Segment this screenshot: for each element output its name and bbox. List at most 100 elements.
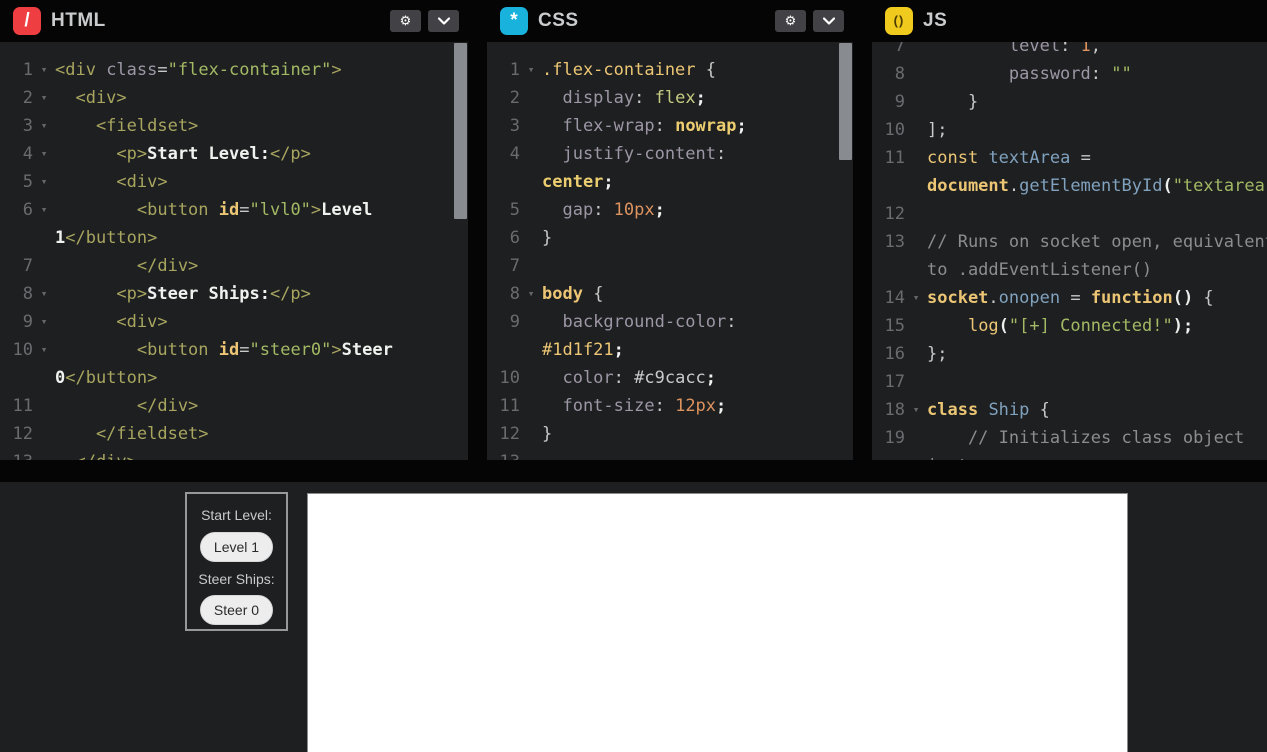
log-textarea[interactable] (307, 493, 1128, 752)
code-text: </div> (55, 448, 137, 460)
code-line[interactable]: 13// Runs on socket open, equivalent (872, 228, 1267, 256)
code-line[interactable]: 12 </fieldset> (0, 420, 468, 448)
code-line[interactable]: 1▾<div class="flex-container"> (0, 56, 468, 84)
tab-css[interactable]: * CSS (500, 0, 579, 42)
code-line[interactable]: 8 password: "" (872, 60, 1267, 88)
css-tab-title: CSS (538, 10, 579, 32)
js-code-editor[interactable]: 7 level: 1,8 password: ""9 }10];11const … (872, 42, 1267, 460)
code-line[interactable]: 7 (487, 252, 853, 280)
code-line[interactable]: 8▾ <p>Steer Ships:</p> (0, 280, 468, 308)
code-line[interactable]: 13 </div> (0, 448, 468, 460)
html-settings-button[interactable]: ⚙ (390, 10, 421, 32)
css-settings-button[interactable]: ⚙ (775, 10, 806, 32)
code-line[interactable]: 6▾ <button id="lvl0">Level (0, 196, 468, 224)
fold-caret-icon[interactable]: ▾ (33, 84, 55, 112)
caret-spacer (905, 312, 927, 340)
line-number (872, 256, 905, 284)
code-line[interactable]: 10 color: #c9cacc; (487, 364, 853, 392)
code-line[interactable]: 12 (872, 200, 1267, 228)
code-line[interactable]: 8▾body { (487, 280, 853, 308)
code-line[interactable]: to .addEventListener() (872, 256, 1267, 284)
line-number: 11 (0, 392, 33, 420)
code-line[interactable]: 7 level: 1, (872, 42, 1267, 60)
code-line[interactable]: 17 (872, 368, 1267, 396)
line-number: 12 (0, 420, 33, 448)
line-number: 6 (0, 196, 33, 224)
code-text: } (927, 88, 978, 116)
css-collapse-button[interactable] (813, 10, 844, 32)
html-editor-scrollbar[interactable] (454, 43, 467, 219)
fold-caret-icon[interactable]: ▾ (33, 336, 55, 364)
code-line[interactable]: 3▾ <fieldset> (0, 112, 468, 140)
js-tab-title: JS (923, 10, 947, 32)
code-line[interactable]: 0</button> (0, 364, 468, 392)
js-editor-pane: () JS 7 level: 1,8 password: ""9 }10];11… (872, 0, 1267, 460)
line-number: 8 (0, 280, 33, 308)
steer-ships-label: Steer Ships: (198, 571, 274, 587)
code-line[interactable]: document.getElementById("textarea (872, 172, 1267, 200)
pane-divider[interactable] (468, 0, 487, 460)
code-line[interactable]: 11const textArea = (872, 144, 1267, 172)
code-line[interactable]: center; (487, 168, 853, 196)
code-line[interactable]: 14▾socket.onopen = function() { (872, 284, 1267, 312)
code-line[interactable]: 13 (487, 448, 853, 460)
code-line[interactable]: 15 log("[+] Connected!"); (872, 312, 1267, 340)
fold-caret-icon[interactable]: ▾ (33, 168, 55, 196)
code-line[interactable]: 9▾ <div> (0, 308, 468, 336)
html-code-editor[interactable]: 1▾<div class="flex-container">2▾ <div>3▾… (0, 42, 468, 460)
code-line[interactable]: 16}; (872, 340, 1267, 368)
code-line[interactable]: 12} (487, 420, 853, 448)
code-line[interactable]: 11 </div> (0, 392, 468, 420)
steer-0-button[interactable]: Steer 0 (200, 595, 273, 625)
code-line[interactable]: 5 gap: 10px; (487, 196, 853, 224)
code-line[interactable]: 11 font-size: 12px; (487, 392, 853, 420)
code-line[interactable]: 10]; (872, 116, 1267, 144)
fold-caret-icon[interactable]: ▾ (905, 396, 927, 424)
pane-divider[interactable] (853, 0, 872, 460)
fold-caret-icon[interactable]: ▾ (33, 112, 55, 140)
code-text: level: 1, (927, 42, 1101, 60)
code-text: to .addEventListener() (927, 256, 1152, 284)
code-line[interactable]: instances (872, 452, 1267, 460)
css-header-actions: ⚙ (775, 10, 844, 32)
fold-caret-icon[interactable]: ▾ (520, 56, 542, 84)
level-1-button[interactable]: Level 1 (200, 532, 273, 562)
code-text: 1</button> (55, 224, 157, 252)
fold-caret-icon[interactable]: ▾ (33, 56, 55, 84)
line-number: 11 (872, 144, 905, 172)
code-line[interactable]: 9 } (872, 88, 1267, 116)
code-line[interactable]: 4 justify-content: (487, 140, 853, 168)
code-line[interactable]: 1</button> (0, 224, 468, 252)
code-text: flex-wrap: nowrap; (542, 112, 747, 140)
html-collapse-button[interactable] (428, 10, 459, 32)
code-line[interactable]: 2 display: flex; (487, 84, 853, 112)
tab-js[interactable]: () JS (885, 0, 947, 42)
code-line[interactable]: 18▾class Ship { (872, 396, 1267, 424)
code-line[interactable]: 7 </div> (0, 252, 468, 280)
code-line[interactable]: 2▾ <div> (0, 84, 468, 112)
fold-caret-icon[interactable]: ▾ (33, 280, 55, 308)
fold-caret-icon[interactable]: ▾ (33, 196, 55, 224)
line-number: 6 (487, 224, 520, 252)
fold-caret-icon[interactable]: ▾ (33, 140, 55, 168)
code-line[interactable]: 1▾.flex-container { (487, 56, 853, 84)
code-line[interactable]: #1d1f21; (487, 336, 853, 364)
code-line[interactable]: 9 background-color: (487, 308, 853, 336)
code-line[interactable]: 10▾ <button id="steer0">Steer (0, 336, 468, 364)
fold-caret-icon[interactable]: ▾ (33, 308, 55, 336)
fold-caret-icon[interactable]: ▾ (520, 280, 542, 308)
tab-html[interactable]: / HTML (13, 0, 106, 42)
css-code-editor[interactable]: 1▾.flex-container {2 display: flex;3 fle… (487, 42, 853, 460)
code-line[interactable]: 4▾ <p>Start Level:</p> (0, 140, 468, 168)
line-number: 19 (872, 424, 905, 452)
fold-caret-icon[interactable]: ▾ (905, 284, 927, 312)
code-line[interactable]: 5▾ <div> (0, 168, 468, 196)
code-line[interactable]: 6} (487, 224, 853, 252)
editor-preview-divider[interactable] (0, 460, 1267, 482)
code-line[interactable]: 3 flex-wrap: nowrap; (487, 112, 853, 140)
code-line[interactable]: 19 // Initializes class object (872, 424, 1267, 452)
css-editor-scrollbar[interactable] (839, 43, 852, 160)
caret-spacer (520, 224, 542, 252)
line-number: 15 (872, 312, 905, 340)
line-number: 4 (0, 140, 33, 168)
